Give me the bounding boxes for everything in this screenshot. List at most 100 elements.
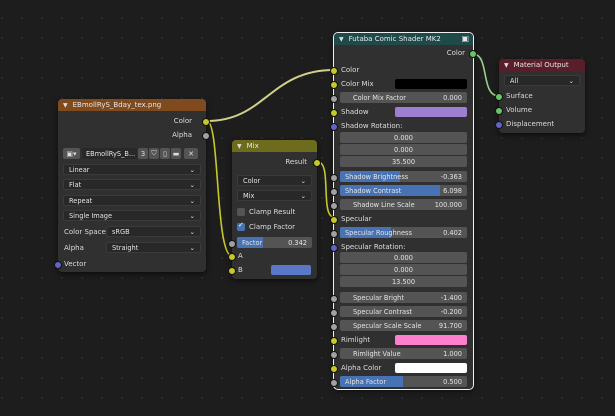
projection-value: Flat bbox=[69, 180, 82, 189]
shadow-rotation-x[interactable]: 0.000 bbox=[340, 132, 467, 143]
source-value: Single Image bbox=[69, 211, 113, 220]
projection-select[interactable]: Flat ⌄ bbox=[63, 179, 201, 190]
source-select[interactable]: Single Image ⌄ bbox=[63, 210, 201, 221]
shadow-color-swatch[interactable] bbox=[395, 107, 467, 117]
value-text: 0.000 bbox=[394, 265, 413, 274]
data-type-select[interactable]: Color ⌄ bbox=[237, 175, 312, 186]
futaba-comic-shader-node[interactable]: ▼ Futaba Comic Shader MK2 ▣ Color Color … bbox=[330, 32, 477, 390]
output-result-socket[interactable] bbox=[313, 159, 321, 167]
input-shadow-rotation-socket[interactable] bbox=[330, 123, 338, 131]
input-b-color-swatch[interactable] bbox=[271, 265, 311, 275]
output-color-socket[interactable] bbox=[469, 50, 477, 58]
input-specular-contrast-socket[interactable] bbox=[330, 309, 338, 317]
shadow-line-scale-field[interactable]: Shadow Line Scale 100.000 bbox=[340, 199, 467, 210]
input-factor-socket[interactable] bbox=[228, 240, 236, 248]
collapse-chevron-icon[interactable]: ▼ bbox=[504, 62, 509, 69]
factor-slider[interactable]: Factor 0.342 bbox=[237, 237, 312, 248]
material-output-header[interactable]: ▼ Material Output bbox=[499, 59, 585, 71]
collapse-chevron-icon[interactable]: ▼ bbox=[237, 143, 242, 150]
input-specular-bright-socket[interactable] bbox=[330, 295, 338, 303]
interpolation-select[interactable]: Linear ⌄ bbox=[63, 164, 201, 175]
target-select[interactable]: All ⌄ bbox=[504, 75, 580, 86]
extension-select[interactable]: Repeat ⌄ bbox=[63, 195, 201, 206]
shadow-rotation-z[interactable]: 35.500 bbox=[340, 156, 467, 167]
shadow-rotation-y[interactable]: 0.000 bbox=[340, 144, 467, 155]
interpolation-value: Linear bbox=[69, 165, 90, 174]
clamp-result-checkbox[interactable]: Clamp Result bbox=[237, 206, 295, 218]
material-output-node[interactable]: ▼ Material Output All ⌄ Surface Volume Di… bbox=[495, 59, 585, 133]
input-shadow-line-scale-socket[interactable] bbox=[330, 202, 338, 210]
alpha-mode-select[interactable]: Straight ⌄ bbox=[106, 242, 201, 253]
specular-roughness-label: Specular Roughness bbox=[345, 228, 412, 237]
input-alpha-factor-socket[interactable] bbox=[330, 379, 338, 387]
image-users-count[interactable]: 3 bbox=[138, 148, 148, 159]
data-type-value: Color bbox=[243, 176, 261, 185]
specular-roughness-slider[interactable]: Specular Roughness 0.402 bbox=[340, 227, 467, 238]
blend-mode-select[interactable]: Mix ⌄ bbox=[237, 190, 312, 201]
alpha-color-swatch[interactable] bbox=[395, 363, 467, 373]
input-specular-roughness-socket[interactable] bbox=[330, 230, 338, 238]
input-specular-rotation-socket[interactable] bbox=[330, 244, 338, 252]
color-mix-factor-field[interactable]: Color Mix Factor 0.000 bbox=[340, 92, 467, 103]
node-group-icon[interactable]: ▣ bbox=[461, 34, 469, 43]
mix-node[interactable]: ▼ Mix Result Color ⌄ Mix ⌄ Clamp Result Cl… bbox=[228, 140, 321, 279]
image-name-field[interactable]: EBmollRyS_B... bbox=[82, 148, 137, 159]
color-mix-swatch[interactable] bbox=[395, 79, 467, 89]
checkbox-unchecked[interactable] bbox=[237, 208, 245, 216]
checkbox-checked-icon[interactable] bbox=[237, 221, 245, 231]
chevron-down-icon: ⌄ bbox=[189, 180, 195, 189]
input-volume-socket[interactable] bbox=[495, 107, 503, 115]
specular-rotation-x[interactable]: 0.000 bbox=[340, 252, 467, 263]
shadow-contrast-label: Shadow Contrast bbox=[345, 186, 402, 195]
specular-rotation-z[interactable]: 13.500 bbox=[340, 276, 467, 287]
specular-scale-label: Specular Scale Scale bbox=[353, 321, 422, 330]
image-texture-node[interactable]: ▼ EBmollRyS_Bday_tex.png Color Alpha ▣▾ … bbox=[54, 99, 210, 272]
rimlight-color-swatch[interactable] bbox=[395, 335, 467, 345]
input-shadow-brightness-socket[interactable] bbox=[330, 174, 338, 182]
input-color-mix-socket[interactable] bbox=[330, 81, 338, 89]
input-shadow-contrast-socket[interactable] bbox=[330, 188, 338, 196]
collapse-chevron-icon[interactable]: ▼ bbox=[63, 102, 68, 109]
input-surface-socket[interactable] bbox=[495, 93, 503, 101]
input-color-socket[interactable] bbox=[330, 67, 338, 75]
specular-rotation-y[interactable]: 0.000 bbox=[340, 264, 467, 275]
collapse-chevron-icon[interactable]: ▼ bbox=[339, 36, 344, 43]
shader-node-header[interactable]: ▼ Futaba Comic Shader MK2 ▣ bbox=[334, 33, 473, 45]
input-a-socket[interactable] bbox=[228, 253, 236, 261]
input-specular-label: Specular bbox=[341, 215, 372, 223]
mix-node-header[interactable]: ▼ Mix bbox=[232, 140, 317, 152]
input-color-mix-factor-socket[interactable] bbox=[330, 95, 338, 103]
input-displacement-socket[interactable] bbox=[495, 121, 503, 129]
input-rimlight-value-socket[interactable] bbox=[330, 351, 338, 359]
output-color-socket[interactable] bbox=[202, 118, 210, 126]
input-vector-socket[interactable] bbox=[54, 261, 62, 269]
fake-user-shield-icon[interactable]: ⛉ bbox=[149, 148, 159, 159]
input-shadow-socket[interactable] bbox=[330, 109, 338, 117]
image-browse-button[interactable]: ▣▾ bbox=[63, 148, 80, 159]
color-space-select[interactable]: sRGB ⌄ bbox=[106, 226, 201, 237]
shadow-brightness-slider[interactable]: Shadow Brightness -0.363 bbox=[340, 171, 467, 182]
rimlight-value-field[interactable]: Rimlight Value 1.000 bbox=[340, 348, 467, 359]
input-specular-scale-socket[interactable] bbox=[330, 323, 338, 331]
image-node-header[interactable]: ▼ EBmollRyS_Bday_tex.png bbox=[58, 99, 206, 111]
input-b-socket[interactable] bbox=[228, 267, 236, 275]
input-specular-socket[interactable] bbox=[330, 216, 338, 224]
shadow-contrast-slider[interactable]: Shadow Contrast 6.098 bbox=[340, 185, 467, 196]
shadow-brightness-label: Shadow Brightness bbox=[345, 172, 409, 181]
specular-bright-field[interactable]: Specular Bright -1.400 bbox=[340, 292, 467, 303]
specular-scale-field[interactable]: Specular Scale Scale 91.700 bbox=[340, 320, 467, 331]
specular-contrast-field[interactable]: Specular Contrast -0.200 bbox=[340, 306, 467, 317]
specular-roughness-value: 0.402 bbox=[443, 228, 462, 237]
input-alpha-color-socket[interactable] bbox=[330, 365, 338, 373]
new-image-icon[interactable]: ▯ bbox=[160, 148, 170, 159]
shadow-contrast-value: 6.098 bbox=[443, 186, 462, 195]
output-alpha-socket[interactable] bbox=[202, 132, 210, 140]
input-color-label: Color bbox=[341, 66, 360, 74]
unlink-close-icon[interactable]: ✕ bbox=[184, 148, 198, 159]
alpha-mode-label: Alpha bbox=[64, 244, 84, 252]
material-output-title: Material Output bbox=[513, 61, 569, 69]
open-folder-icon[interactable]: ▬ bbox=[171, 148, 181, 159]
clamp-factor-checkbox[interactable]: Clamp Factor bbox=[237, 221, 295, 233]
alpha-factor-slider[interactable]: Alpha Factor 0.500 bbox=[340, 376, 467, 387]
input-rimlight-socket[interactable] bbox=[330, 337, 338, 345]
